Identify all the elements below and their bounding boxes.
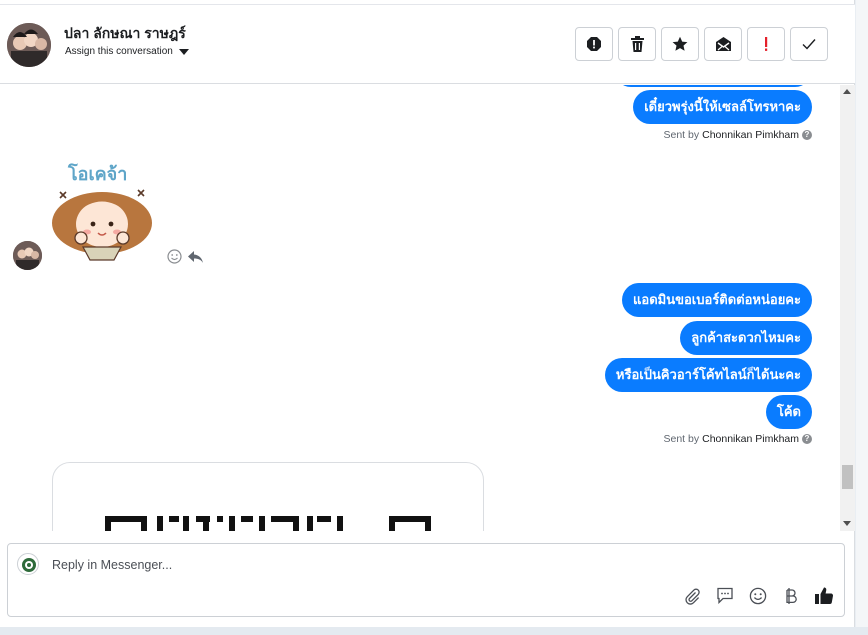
conversation-panel: ปลา ลักษณา ราษฎร์ Assign this conversati…	[0, 0, 855, 627]
attach-icon[interactable]	[681, 585, 702, 606]
message-bubble[interactable]: เดี๋ยวพรุ่งนี้ให้เซลล์โทรหาคะ	[633, 90, 812, 124]
scroll-thumb[interactable]	[842, 465, 853, 489]
done-icon	[802, 39, 816, 50]
sent-by-prefix: Sent by	[663, 129, 700, 141]
mark-spam-button[interactable]	[575, 27, 613, 61]
message-bubble[interactable]: หรือเป็นคิวอาร์โค้ทไลน์ก็ได้นะคะ	[604, 358, 812, 392]
contact-name: ปลา ลักษณา ราษฎร์	[64, 25, 186, 41]
assign-label: Assign this conversation	[65, 46, 173, 57]
reply-icon[interactable]	[187, 250, 204, 269]
sent-by-label: Sent by Chonnikan Pimkham ?	[663, 433, 812, 445]
conversation-toolbar	[575, 27, 828, 61]
emoji-icon[interactable]	[747, 585, 768, 606]
sticker-text: โอเคจ้า	[67, 163, 127, 185]
page-logo	[17, 553, 39, 575]
conversation-header: ปลา ลักษณา ราษฎร์ Assign this conversati…	[0, 4, 855, 84]
assign-conversation-dropdown[interactable]: Assign this conversation	[65, 46, 189, 57]
help-icon[interactable]: ?	[802, 130, 812, 140]
window-edge	[856, 0, 868, 635]
composer-actions	[681, 585, 834, 606]
sticker-message[interactable]: โอเคจ้า	[50, 158, 158, 266]
payment-icon[interactable]	[780, 585, 801, 606]
sent-by-label: Sent by Chonnikan Pimkham ?	[663, 129, 812, 141]
contact-avatar[interactable]	[7, 23, 51, 67]
delete-button[interactable]	[618, 27, 656, 61]
react-emoji-icon[interactable]	[167, 249, 182, 269]
follow-up-button[interactable]	[747, 27, 785, 61]
caret-down-icon	[178, 48, 189, 55]
window-edge-bottom	[0, 627, 868, 635]
qr-code-image	[105, 515, 431, 531]
reply-composer	[7, 543, 845, 617]
spam-icon	[587, 37, 601, 51]
image-attachment[interactable]	[52, 462, 484, 531]
mark-unread-icon	[715, 37, 731, 51]
message-bubble[interactable]: แอดมินขอเบอร์ติดต่อหน่อยคะ	[622, 283, 812, 317]
sent-by-name: Chonnikan Pimkham	[702, 129, 799, 141]
trash-icon	[630, 36, 644, 52]
saved-replies-icon[interactable]	[714, 585, 735, 606]
scroll-up-arrow-icon[interactable]	[843, 89, 851, 94]
contact-avatar-small[interactable]	[13, 241, 42, 270]
mark-unread-button[interactable]	[704, 27, 742, 61]
scroll-down-arrow-icon[interactable]	[843, 521, 851, 526]
mark-done-button[interactable]	[790, 27, 828, 61]
star-button[interactable]	[661, 27, 699, 61]
message-bubble[interactable]: โค้ด	[765, 395, 812, 429]
message-actions	[167, 249, 204, 269]
like-icon[interactable]	[813, 585, 834, 606]
star-icon	[672, 36, 688, 51]
message-scrollbar[interactable]	[840, 85, 855, 531]
follow-up-icon	[765, 37, 768, 51]
reply-input[interactable]	[52, 554, 652, 576]
message-thread[interactable]: เดี๋ยวพรุ่งนี้ให้เซลล์โทรหาคะ Sent by Ch…	[0, 85, 840, 531]
message-bubble[interactable]: ลูกค้าสะดวกไหมคะ	[680, 321, 812, 355]
message-bubble-partial	[614, 85, 812, 87]
sent-by-name: Chonnikan Pimkham	[702, 433, 799, 445]
help-icon[interactable]: ?	[802, 434, 812, 444]
sent-by-prefix: Sent by	[663, 433, 700, 445]
